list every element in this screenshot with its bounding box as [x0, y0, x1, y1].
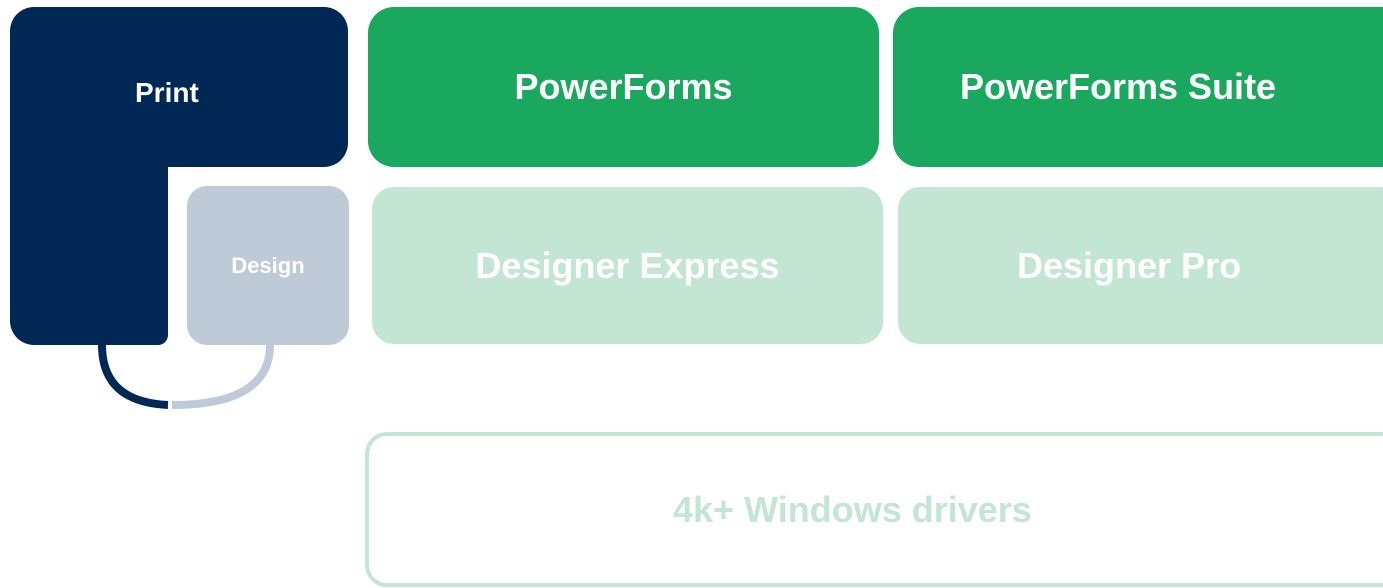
designer-express-block: Designer Express: [372, 187, 883, 344]
designer-pro-block: Designer Pro: [898, 187, 1383, 344]
connector-curves: [98, 344, 274, 409]
designer-pro-label: Designer Pro: [1017, 244, 1242, 286]
designer-express-label: Designer Express: [475, 244, 780, 286]
powerforms-suite-label: PowerForms Suite: [960, 66, 1277, 107]
navy-connector-curve: [98, 344, 169, 409]
powerforms-suite-block: PowerForms Suite: [893, 7, 1383, 167]
powerforms-block: PowerForms: [368, 7, 879, 167]
windows-drivers-label: 4k+ Windows drivers: [673, 488, 1032, 530]
grey-connector-curve: [171, 344, 274, 409]
windows-drivers-block: 4k+ Windows drivers: [365, 432, 1383, 587]
powerforms-label: PowerForms: [514, 66, 733, 107]
